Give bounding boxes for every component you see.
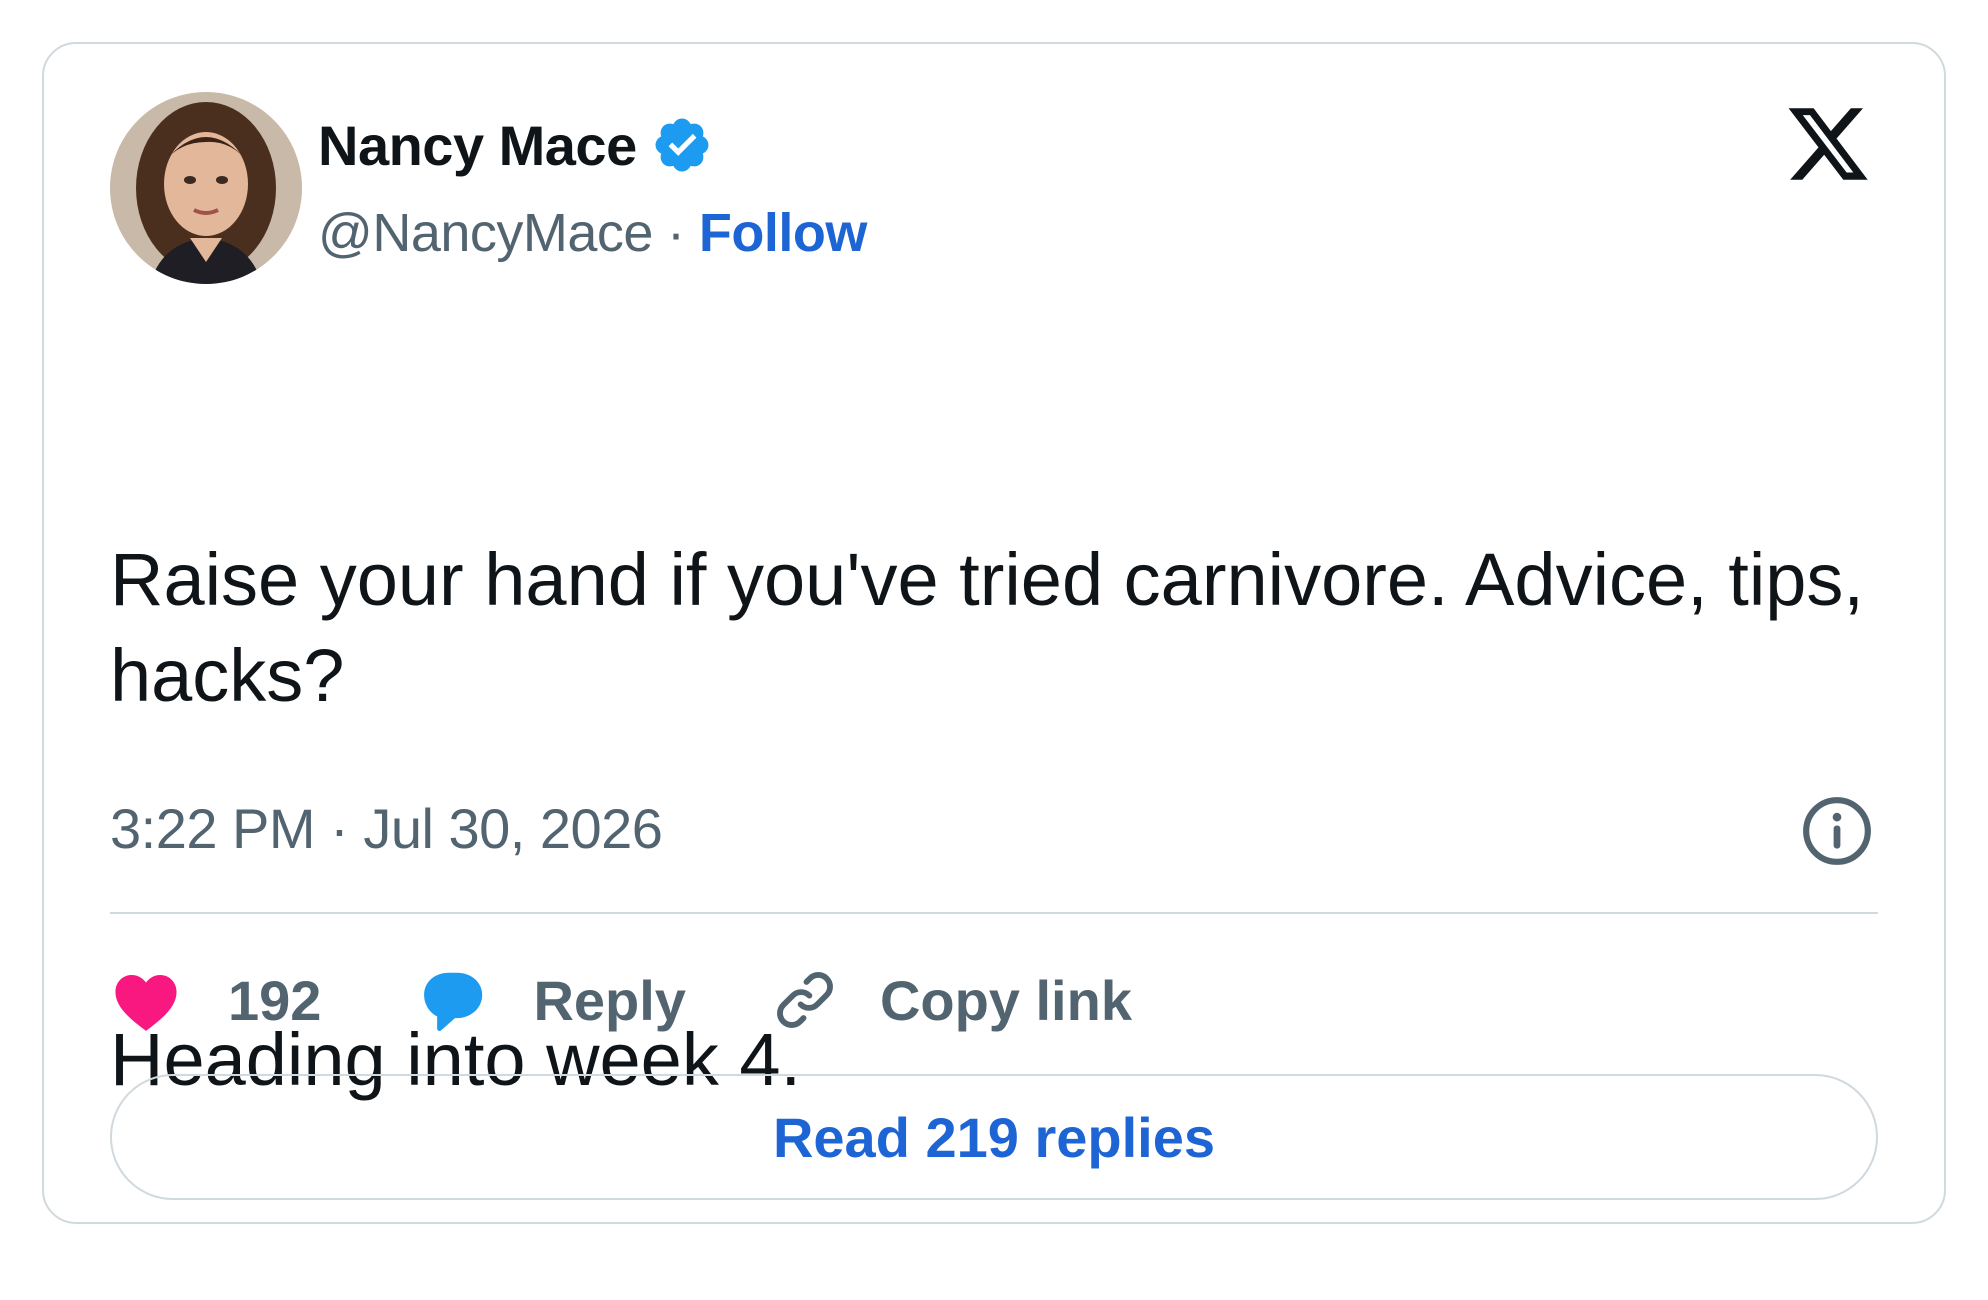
reply-label: Reply bbox=[533, 968, 686, 1032]
like-button[interactable]: 192 bbox=[110, 968, 321, 1033]
read-replies-button[interactable]: Read 219 replies bbox=[110, 1074, 1878, 1200]
action-bar: 192 Reply Copy link bbox=[110, 950, 1132, 1050]
info-icon[interactable] bbox=[1800, 794, 1874, 868]
link-icon bbox=[777, 972, 833, 1028]
x-logo-icon[interactable] bbox=[1782, 100, 1874, 188]
like-count: 192 bbox=[228, 968, 322, 1032]
author-handle-row: @NancyMace · Follow bbox=[318, 198, 867, 268]
speech-bubble-icon bbox=[424, 972, 483, 1031]
tweet-paragraph: Raise your hand if you've tried carnivor… bbox=[110, 538, 1885, 717]
divider bbox=[110, 912, 1878, 914]
verified-badge-icon bbox=[655, 118, 709, 172]
follow-button[interactable]: Follow bbox=[699, 202, 867, 264]
heart-icon bbox=[115, 974, 177, 1031]
tweet-card: Nancy Mace @NancyMace · Follow Raise you… bbox=[42, 42, 1946, 1224]
author-name[interactable]: Nancy Mace bbox=[318, 113, 637, 178]
avatar[interactable] bbox=[110, 92, 302, 284]
reply-button[interactable]: Reply bbox=[417, 966, 686, 1034]
author-handle[interactable]: @NancyMace bbox=[318, 202, 653, 264]
tweet-timestamp[interactable]: 3:22 PM · Jul 30, 2026 bbox=[110, 796, 663, 861]
copy-link-button[interactable]: Copy link bbox=[770, 965, 1132, 1035]
separator-dot: · bbox=[666, 203, 685, 263]
author-name-row: Nancy Mace bbox=[318, 110, 713, 180]
copy-link-label: Copy link bbox=[879, 968, 1132, 1032]
avatar-photo bbox=[110, 92, 302, 284]
